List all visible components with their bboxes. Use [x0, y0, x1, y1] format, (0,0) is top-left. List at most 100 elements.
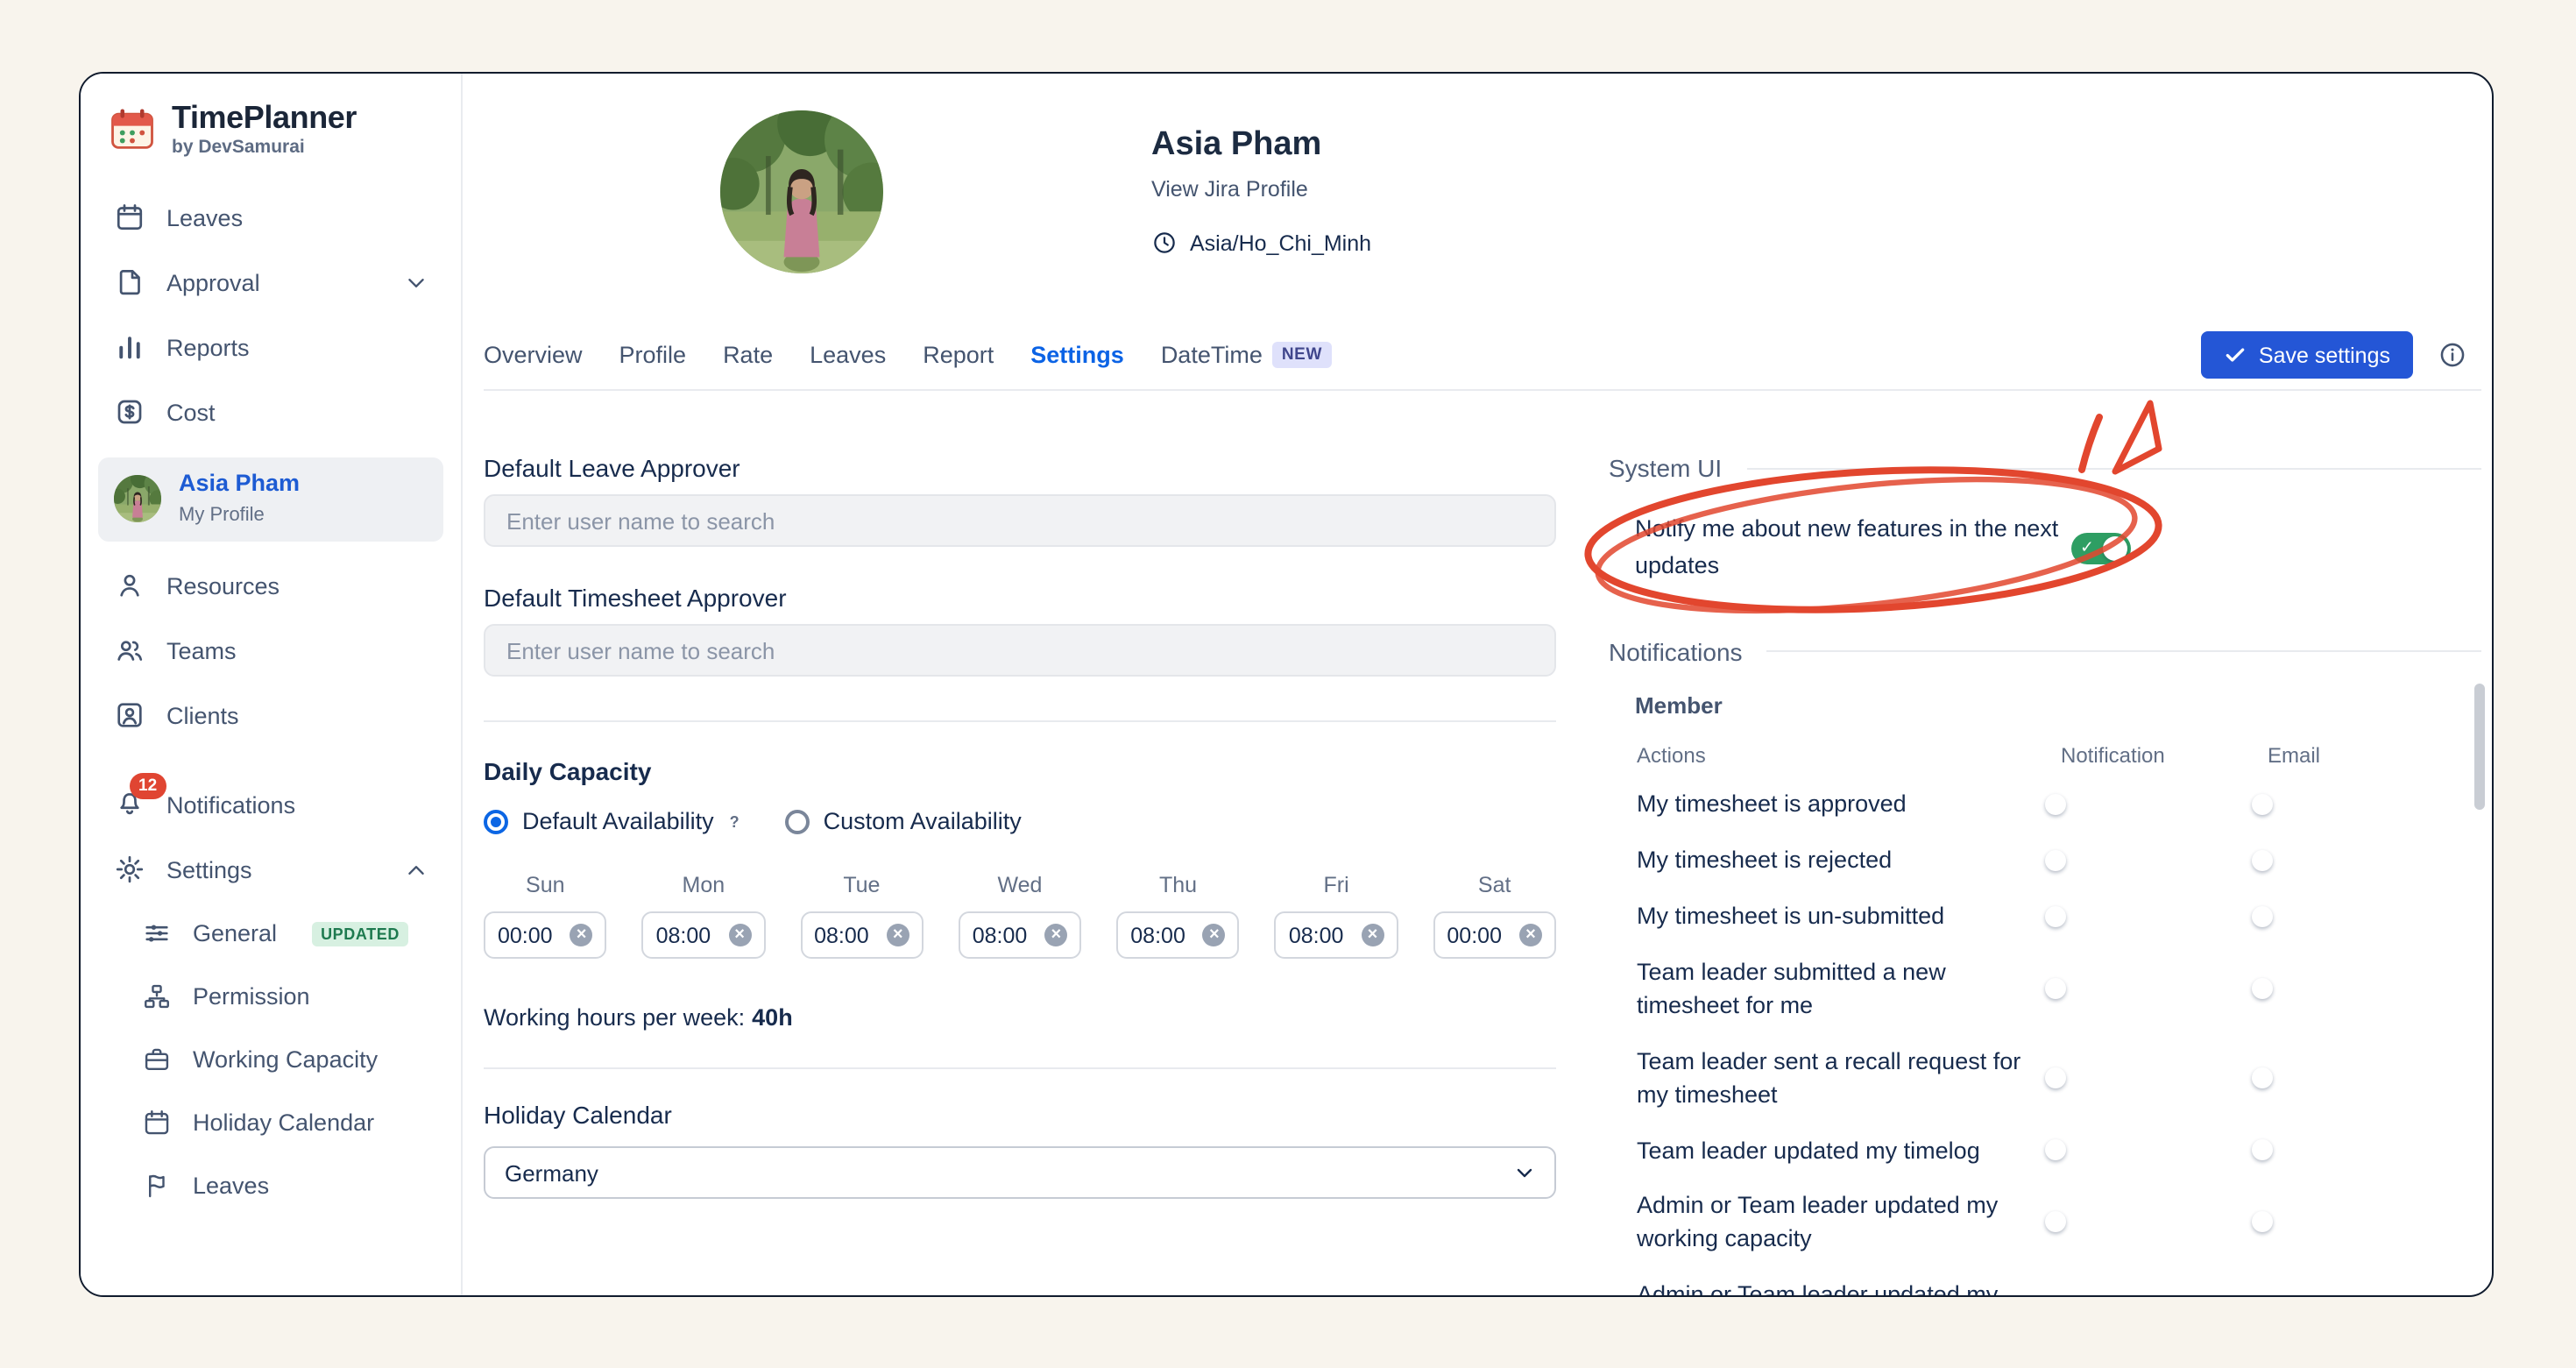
- main-content: Asia Pham View Jira Profile Asia/Ho_Chi_…: [463, 74, 2492, 1295]
- sidebar-profile-subtitle: My Profile: [179, 505, 265, 526]
- time-value: 08:00: [814, 923, 869, 947]
- notification-action-label: Admin or Team leader updated my holiday …: [1637, 1280, 2061, 1296]
- tab-overview[interactable]: Overview: [484, 342, 583, 368]
- day-label: Tue: [800, 873, 924, 897]
- day-column: Thu 08:00×: [1116, 873, 1240, 959]
- sidebar-item-approval[interactable]: Approval: [98, 251, 443, 315]
- new-badge: NEW: [1273, 342, 1331, 368]
- notify-new-features-toggle[interactable]: [2071, 533, 2131, 564]
- chevron-down-icon: [1514, 1162, 1535, 1183]
- sidebar-item-reports[interactable]: Reports: [98, 315, 443, 380]
- time-input-wed[interactable]: 08:00 ×: [959, 911, 1082, 959]
- day-column: Sat 00:00×: [1433, 873, 1556, 959]
- sidebar-item-label: General: [193, 921, 277, 947]
- table-row: Team leader updated my timelog: [1637, 1123, 2481, 1180]
- tab-leaves[interactable]: Leaves: [810, 342, 886, 368]
- people-icon: [114, 635, 145, 667]
- save-settings-button[interactable]: Save settings: [2201, 331, 2413, 379]
- clear-time-icon[interactable]: ×: [1519, 924, 1542, 946]
- help-icon[interactable]: ?: [730, 812, 740, 830]
- tab-profile[interactable]: Profile: [619, 342, 687, 368]
- tab-settings[interactable]: Settings: [1030, 342, 1124, 368]
- day-label: Thu: [1116, 873, 1240, 897]
- app-subtitle: by DevSamurai: [172, 137, 357, 158]
- time-value: 00:00: [498, 923, 553, 947]
- tab-rate[interactable]: Rate: [723, 342, 773, 368]
- settings-panel: Default Leave Approver Default Timesheet…: [463, 391, 2492, 1295]
- time-input-tue[interactable]: 08:00 ×: [800, 911, 924, 959]
- time-value: 08:00: [973, 923, 1028, 947]
- scrollbar-thumb[interactable]: [2474, 684, 2485, 810]
- clear-time-icon[interactable]: ×: [1203, 924, 1226, 946]
- day-column: Wed 08:00×: [959, 873, 1082, 959]
- timesheet-approver-input[interactable]: [484, 624, 1556, 677]
- sidebar-item-label: Leaves: [166, 205, 243, 231]
- sidebar-item-working-capacity[interactable]: Working Capacity: [98, 1029, 443, 1092]
- notification-count-badge: 12: [130, 774, 166, 799]
- day-column: Sun 00:00×: [484, 873, 607, 959]
- leave-approver-input[interactable]: [484, 494, 1556, 547]
- table-row: Team leader submitted a new timesheet fo…: [1637, 946, 2481, 1035]
- chevron-up-icon: [405, 859, 428, 882]
- table-row: Admin or Team leader updated my working …: [1637, 1180, 2481, 1269]
- sidebar-item-clients[interactable]: Clients: [98, 684, 443, 748]
- divider: [1746, 467, 2481, 469]
- holiday-calendar-label: Holiday Calendar: [484, 1101, 1556, 1129]
- app-title: TimePlanner: [172, 102, 357, 135]
- clear-time-icon[interactable]: ×: [887, 924, 909, 946]
- member-group-title: Member: [1635, 692, 2481, 719]
- sidebar-item-my-profile[interactable]: Asia Pham My Profile: [98, 457, 443, 542]
- sidebar-item-notifications[interactable]: 12 Notifications: [98, 773, 443, 838]
- sidebar-item-holiday-calendar[interactable]: Holiday Calendar: [98, 1092, 443, 1155]
- calendar-icon: [142, 1109, 172, 1138]
- sidebar-item-resources[interactable]: Resources: [98, 554, 443, 619]
- briefcase-icon: [142, 1045, 172, 1075]
- sidebar-item-label: Clients: [166, 703, 239, 729]
- notify-new-features-label: Notify me about new features in the next…: [1635, 512, 2061, 585]
- column-header-email: Email: [2268, 743, 2481, 768]
- day-column: Fri 08:00×: [1275, 873, 1398, 959]
- client-icon: [114, 700, 145, 732]
- sidebar-item-leaves-settings[interactable]: Leaves: [98, 1155, 443, 1218]
- sidebar-item-teams[interactable]: Teams: [98, 619, 443, 684]
- sidebar-item-settings[interactable]: Settings: [98, 838, 443, 903]
- time-input-sun[interactable]: 00:00 ×: [484, 911, 607, 959]
- clear-time-icon[interactable]: ×: [1044, 924, 1067, 946]
- notify-new-features-row: Notify me about new features in the next…: [1609, 512, 2481, 585]
- check-icon: [2224, 344, 2247, 366]
- daily-capacity-grid: Sun 00:00× Mon 08:00× Tue 08:00× Wed: [484, 873, 1556, 959]
- custom-availability-radio[interactable]: Custom Availability: [785, 808, 1022, 834]
- working-hours-label: Working hours per week:: [484, 1004, 745, 1031]
- daily-capacity-title: Daily Capacity: [484, 757, 1556, 785]
- dollar-icon: [114, 397, 145, 429]
- sidebar-item-permission[interactable]: Permission: [98, 966, 443, 1029]
- clear-time-icon[interactable]: ×: [1361, 924, 1384, 946]
- notifications-section-header: Notifications: [1609, 638, 2481, 666]
- time-value: 08:00: [656, 923, 711, 947]
- tab-report[interactable]: Report: [923, 342, 994, 368]
- notifications-table-header: Actions Notification Email: [1637, 736, 2481, 778]
- time-input-thu[interactable]: 08:00×: [1116, 911, 1240, 959]
- updated-badge: UPDATED: [312, 922, 408, 946]
- clear-time-icon[interactable]: ×: [570, 924, 593, 946]
- time-value: 08:00: [1289, 923, 1344, 947]
- time-input-mon[interactable]: 08:00 ×: [642, 911, 766, 959]
- view-jira-profile-link[interactable]: View Jira Profile: [1151, 177, 1308, 202]
- info-icon[interactable]: [2438, 340, 2467, 370]
- sidebar-item-general[interactable]: General UPDATED: [98, 903, 443, 966]
- day-column: Tue 08:00 ×: [800, 873, 924, 959]
- tab-datetime[interactable]: DateTime NEW: [1161, 342, 1331, 368]
- document-icon: [114, 267, 145, 299]
- sidebar-item-cost[interactable]: Cost: [98, 380, 443, 445]
- notification-action-label: Team leader updated my timelog: [1637, 1135, 2061, 1168]
- column-header-actions: Actions: [1637, 743, 2061, 768]
- chevron-down-icon: [405, 272, 428, 294]
- avatar: [114, 476, 161, 523]
- clear-time-icon[interactable]: ×: [728, 924, 751, 946]
- holiday-calendar-select[interactable]: Germany: [484, 1146, 1556, 1199]
- default-availability-radio[interactable]: Default Availability ?: [484, 808, 740, 834]
- sidebar-item-label: Notifications: [166, 792, 295, 819]
- time-input-fri[interactable]: 08:00 ×: [1275, 911, 1398, 959]
- sidebar-item-leaves[interactable]: Leaves: [98, 186, 443, 251]
- time-input-sat[interactable]: 00:00×: [1433, 911, 1556, 959]
